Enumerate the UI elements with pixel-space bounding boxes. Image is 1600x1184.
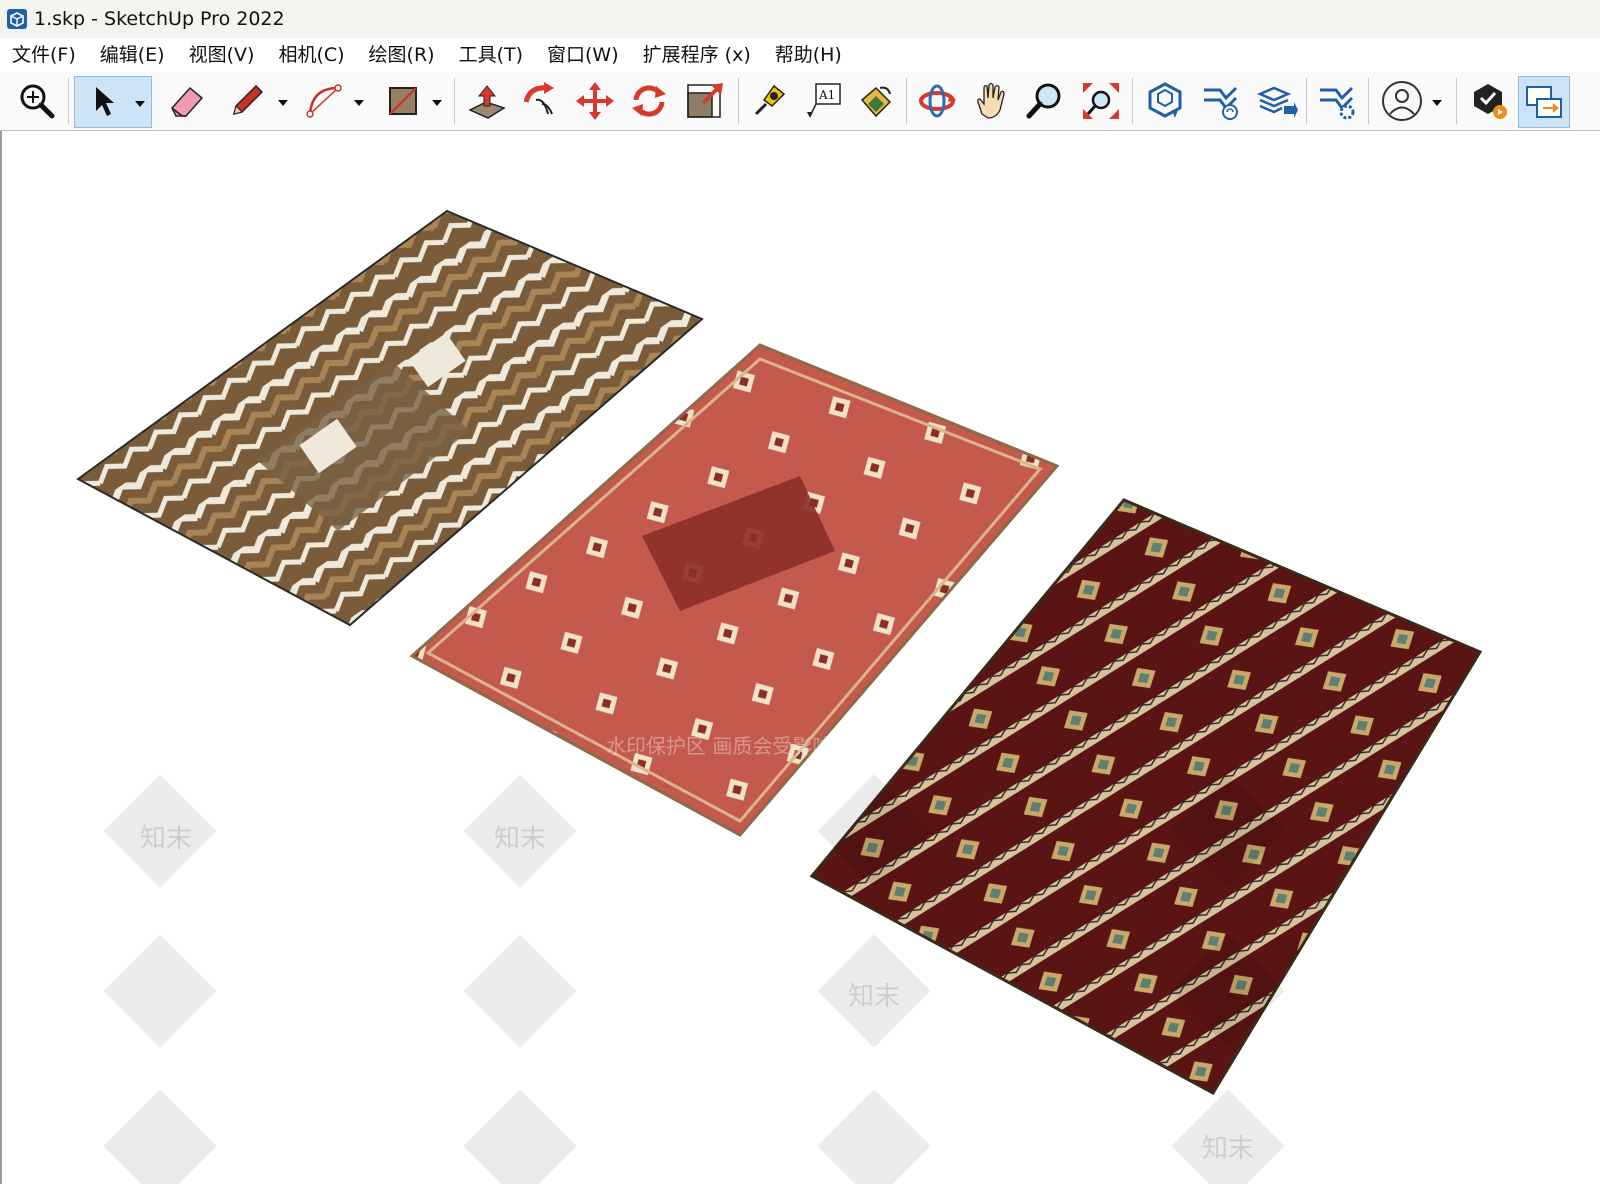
trimble-connect-icon: [1474, 84, 1507, 119]
menu-view[interactable]: 视图(V): [177, 38, 267, 72]
chevron-down-icon[interactable]: [1432, 100, 1442, 106]
svg-text:A1: A1: [818, 88, 835, 102]
toolbar-separator: [454, 78, 455, 124]
arc-tool-button[interactable]: [300, 76, 370, 126]
3d-warehouse-button[interactable]: [1140, 76, 1190, 126]
trimble-connect-button[interactable]: [1464, 76, 1514, 126]
sync-panel-button[interactable]: [1518, 76, 1570, 128]
scene-canvas: 知末 知末 知末 知末 水印保护区 画质会受影响: [76, 209, 1483, 1184]
push-pull-icon: [468, 85, 506, 119]
rotate-tool-button[interactable]: [624, 76, 674, 126]
orbit-tool-button[interactable]: [912, 76, 962, 126]
scale-tool-button[interactable]: [678, 76, 732, 126]
zoom-tool-button[interactable]: [1020, 76, 1070, 126]
rotate-icon: [632, 85, 666, 117]
orbit-icon: [919, 84, 956, 118]
menu-draw[interactable]: 绘图(R): [357, 38, 447, 72]
menu-window[interactable]: 窗口(W): [535, 38, 631, 72]
3d-warehouse-icon: [1148, 82, 1182, 118]
move-tool-button[interactable]: [570, 76, 620, 126]
toolbar-separator: [1368, 78, 1369, 124]
main-toolbar: A1: [0, 72, 1600, 131]
extension-manager-button[interactable]: [1312, 76, 1362, 126]
toolbar-separator: [1132, 78, 1133, 124]
zoom-icon: [1026, 83, 1061, 119]
text-tool-button[interactable]: A1: [798, 76, 848, 126]
model-viewport[interactable]: 知末 知末 知末 知末 水印保护区 画质会受影响: [0, 131, 1600, 1184]
paint-bucket-button[interactable]: [850, 76, 900, 126]
menu-bar: 文件(F) 编辑(E) 视图(V) 相机(C) 绘图(R) 工具(T) 窗口(W…: [0, 38, 1600, 72]
select-tool-button[interactable]: [74, 76, 152, 128]
pan-hand-icon: [977, 82, 1005, 119]
toolbar-separator: [1306, 78, 1307, 124]
watermark-overlay-text: 水印保护区 画质会受影响: [606, 734, 832, 758]
chevron-down-icon[interactable]: [354, 100, 364, 106]
extension-warehouse-button[interactable]: [1196, 76, 1246, 126]
menu-extensions[interactable]: 扩展程序 (x): [631, 38, 763, 72]
extension-manager-icon: [1320, 86, 1355, 120]
sketchup-app-icon: [7, 9, 27, 29]
paint-bucket-icon: [860, 86, 892, 118]
zoom-magnifier-icon: [20, 84, 55, 119]
zoom-window-button[interactable]: [12, 76, 62, 126]
eraser-tool-button[interactable]: [162, 76, 212, 126]
zoom-extents-icon: [1083, 83, 1119, 119]
chevron-down-icon[interactable]: [135, 101, 145, 107]
layout-send-icon: [1256, 86, 1298, 118]
shape-tool-button[interactable]: [378, 76, 448, 126]
account-profile-icon: [1382, 81, 1422, 121]
watermark-tile-text: 知末: [1202, 1134, 1254, 1164]
pencil-line-icon: [232, 84, 264, 116]
scale-icon: [687, 83, 723, 118]
pan-tool-button[interactable]: [966, 76, 1016, 126]
line-tool-button[interactable]: [222, 76, 292, 126]
eraser-icon: [171, 86, 204, 117]
toolbar-separator: [68, 78, 69, 124]
push-pull-button[interactable]: [462, 76, 512, 126]
arc-icon: [306, 84, 342, 118]
toolbar-separator: [738, 78, 739, 124]
zoom-extents-button[interactable]: [1076, 76, 1126, 126]
account-button[interactable]: [1374, 76, 1450, 126]
title-bar: 1.skp - SketchUp Pro 2022: [0, 0, 1600, 38]
text-label-icon: A1: [807, 83, 841, 118]
toolbar-separator: [1456, 78, 1457, 124]
follow-me-icon: [523, 82, 554, 115]
extension-warehouse-icon: [1204, 86, 1238, 120]
sync-panel-icon: [1526, 86, 1562, 118]
menu-file[interactable]: 文件(F): [0, 38, 88, 72]
watermark-tile-text: 知末: [494, 824, 546, 854]
watermark-tile-text: 知末: [140, 824, 192, 854]
viewport-border: [0, 131, 2, 1184]
chevron-down-icon[interactable]: [278, 100, 288, 106]
move-icon: [576, 82, 614, 120]
chevron-down-icon[interactable]: [432, 100, 442, 106]
menu-tools[interactable]: 工具(T): [447, 38, 535, 72]
menu-camera[interactable]: 相机(C): [266, 38, 356, 72]
rectangle-shape-icon: [389, 87, 417, 115]
select-arrow-icon: [96, 87, 114, 116]
tape-measure-icon: [754, 84, 786, 116]
menu-edit[interactable]: 编辑(E): [88, 38, 177, 72]
window-title: 1.skp - SketchUp Pro 2022: [34, 8, 285, 30]
tape-measure-button[interactable]: [744, 76, 794, 126]
follow-me-button[interactable]: [516, 76, 566, 126]
toolbar-separator: [906, 78, 907, 124]
watermark-tile-text: 知末: [848, 982, 900, 1012]
menu-help[interactable]: 帮助(H): [763, 38, 854, 72]
send-to-layout-button[interactable]: [1252, 76, 1302, 126]
